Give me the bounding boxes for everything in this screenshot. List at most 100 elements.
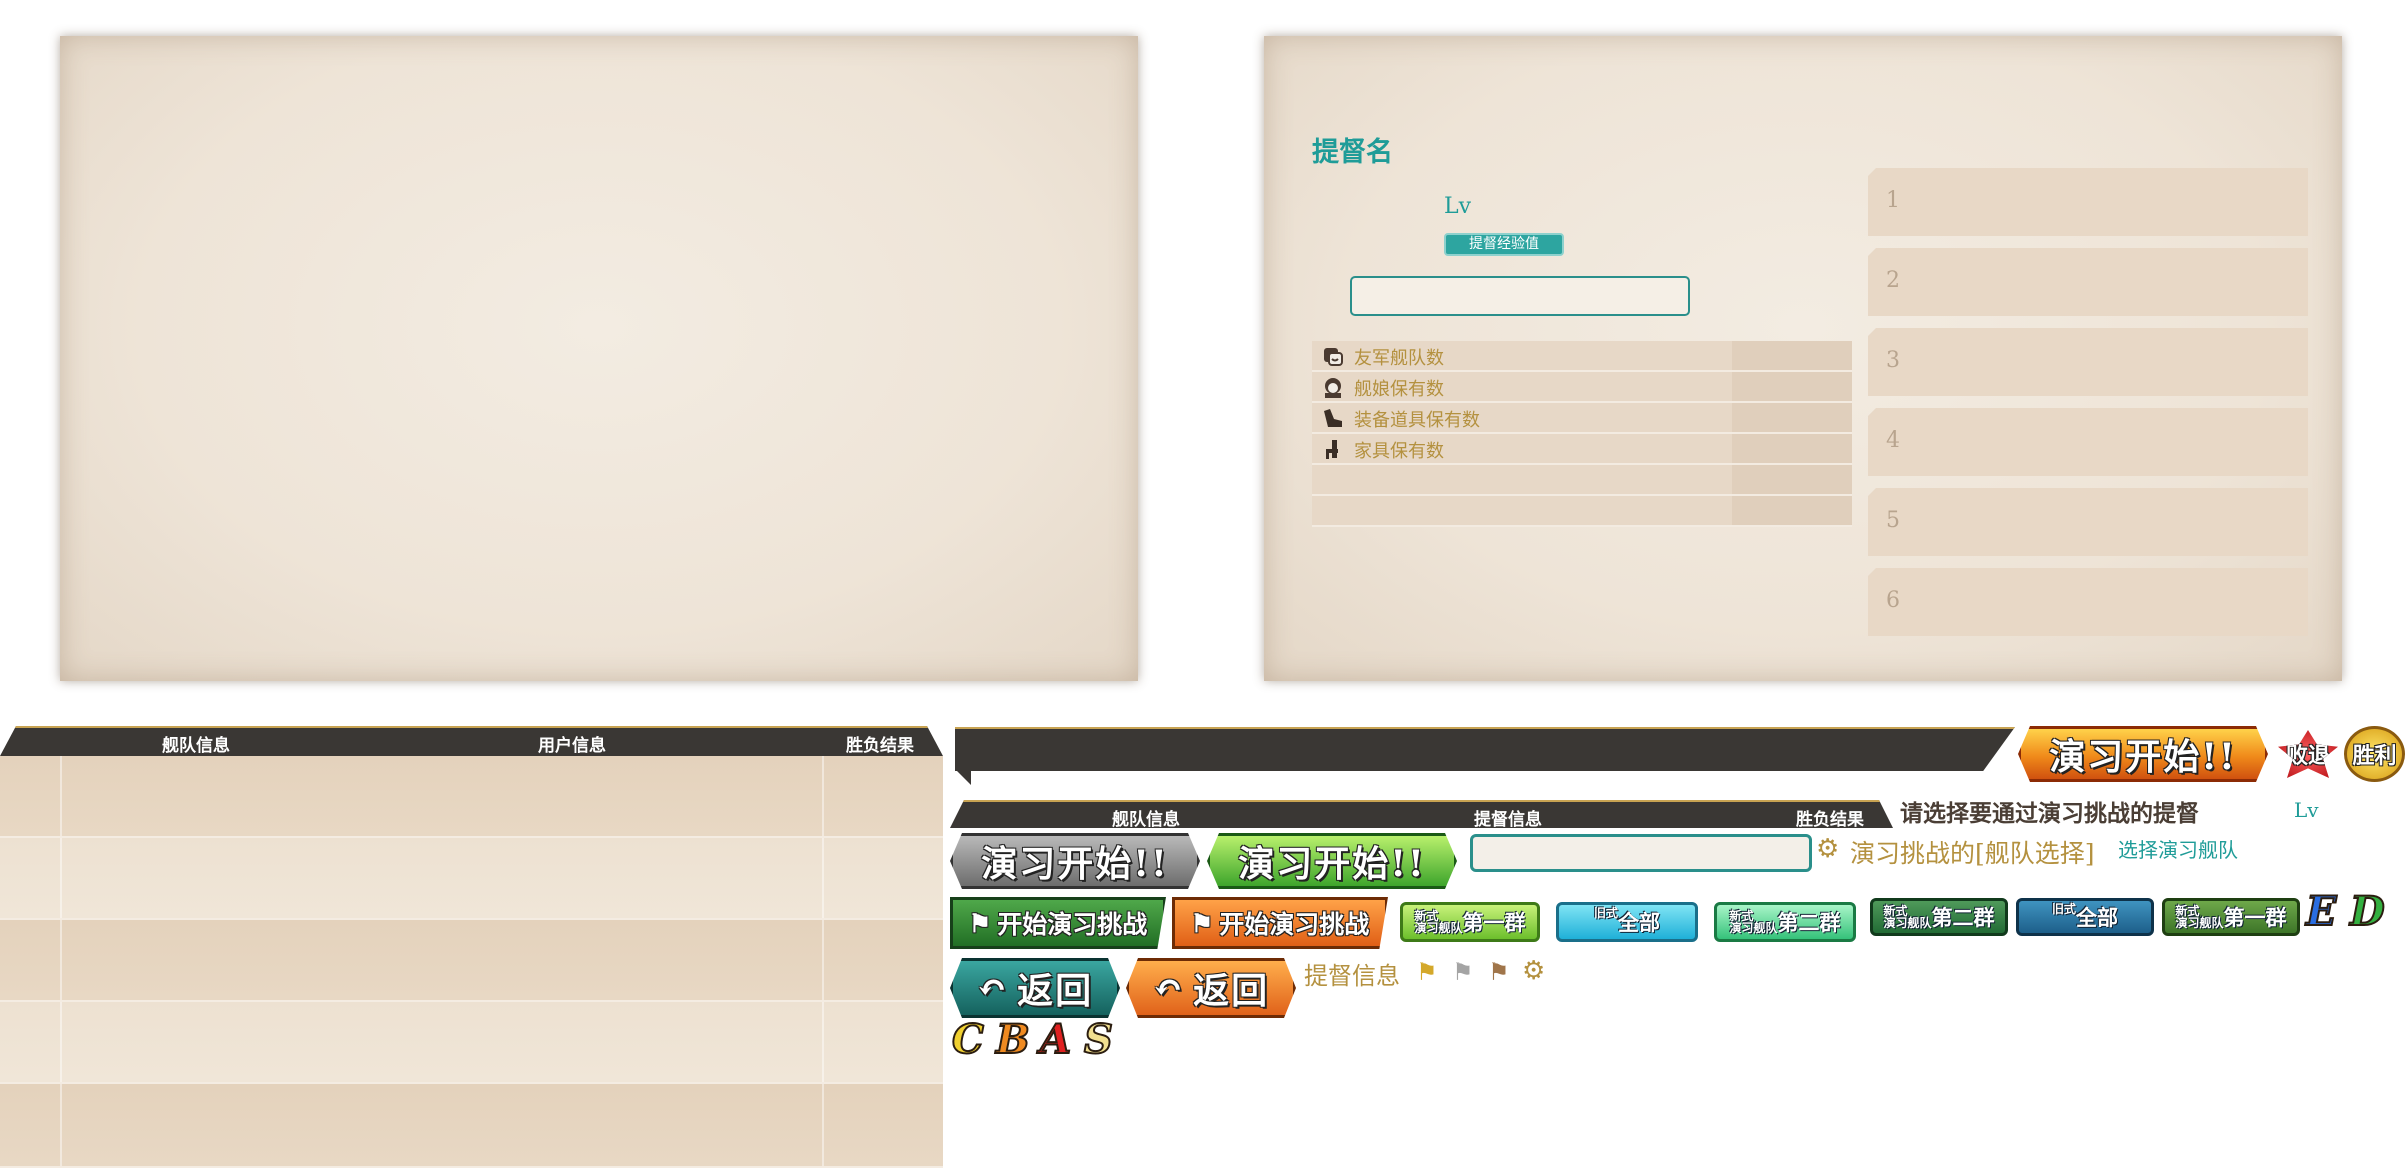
level-label-small: Lv xyxy=(2294,798,2319,822)
back-arrow-icon: ↶ xyxy=(976,967,1010,1009)
start-exercise-label: 演习开始!! xyxy=(981,843,1169,885)
stat-row-empty xyxy=(1312,465,1852,496)
start-challenge-button-green[interactable]: ⚑ 开始演习挑战 xyxy=(950,897,1166,949)
header-admiral-info: 提督信息 xyxy=(1474,810,1542,830)
start-exercise-button-green[interactable]: 演习开始!! xyxy=(1207,833,1457,889)
stat-row-furniture: 家具保有数 xyxy=(1312,434,1852,465)
stat-label-friend-fleet: 友军舰队数 xyxy=(1354,348,1444,369)
opponent-row[interactable] xyxy=(0,920,943,1002)
slot-number: 1 xyxy=(1886,188,1900,213)
header-fleet-info: 舰队信息 xyxy=(1112,810,1180,830)
header-result: 胜负结果 xyxy=(846,736,914,756)
fleet-second-label: 第二群 xyxy=(1777,910,1841,935)
start-challenge-button-orange[interactable]: ⚑ 开始演习挑战 xyxy=(1172,897,1388,949)
opponent-list: 舰队信息 用户信息 胜负结果 xyxy=(0,726,943,1168)
fleet-slot-3[interactable]: 3 xyxy=(1868,328,2308,396)
level-label: Lv xyxy=(1444,194,1472,219)
flag-gold-icon: ⚑ xyxy=(1416,958,1438,986)
stat-row-empty xyxy=(1312,496,1852,527)
blank-paper-panel xyxy=(60,36,1138,681)
admiral-comment-field[interactable] xyxy=(1350,276,1690,316)
slot-number: 5 xyxy=(1886,508,1900,533)
stat-value-friend-fleet xyxy=(1732,341,1852,370)
opponent-row[interactable] xyxy=(0,756,943,838)
flag-icon: ⚑ xyxy=(968,908,992,938)
fleet-new-second-button-dark[interactable]: 新式 演习舰队 第二群 xyxy=(1870,898,2008,936)
stage-d-icon: D xyxy=(2349,887,2386,936)
back-label: 返回 xyxy=(1017,970,1094,1012)
admiral-name-label: 提督名 xyxy=(1312,137,1393,168)
fleet-old-label: 旧式 xyxy=(1593,906,1618,920)
slot-number: 6 xyxy=(1886,588,1900,613)
equipment-icon xyxy=(1324,409,1342,427)
gear-icon: ⚙ xyxy=(1816,834,1840,864)
fleet-new-tag: 新式 演习舰队 xyxy=(1414,910,1462,934)
fleet-slot-6[interactable]: 6 xyxy=(1868,568,2308,636)
back-button-teal[interactable]: ↶ 返回 xyxy=(950,958,1120,1018)
admiral-stats-table: 友军舰队数 舰娘保有数 装备道具保有数 家具保有数 xyxy=(1312,341,1852,531)
opponent-row[interactable] xyxy=(0,1002,943,1084)
fleet-new-first-button-lime[interactable]: 新式 演习舰队 第一群 xyxy=(1400,902,1540,942)
fleet-select-label: 演习挑战的[舰队选择] xyxy=(1850,839,2095,868)
victory-badge: 胜利 xyxy=(2344,726,2405,782)
fleet-all-label: 全部 xyxy=(1618,910,1660,935)
exp-badge: 提督经验值 xyxy=(1444,233,1564,256)
fleet-new-tag: 新式 演习舰队 xyxy=(1883,905,1931,929)
defeat-badge: 败退 xyxy=(2278,730,2338,778)
fleet-old-all-button-cyan[interactable]: 旧式 全部 xyxy=(1556,902,1698,942)
fleet-all-label: 全部 xyxy=(2076,905,2118,930)
stat-value-empty xyxy=(1732,496,1852,525)
flag-icon: ⚑ xyxy=(1190,908,1214,938)
fleet-first-label: 第一群 xyxy=(1462,910,1526,935)
dark-banner xyxy=(955,727,2015,771)
start-exercise-label: 演习开始!! xyxy=(2049,736,2237,778)
header-fleet-info: 舰队信息 xyxy=(162,736,230,756)
shipgirl-icon xyxy=(1325,378,1341,398)
admiral-profile-panel: 提督名 Lv 提督经验值 友军舰队数 舰娘保有数 装备道具保有数 家具保有数 1… xyxy=(1264,36,2342,681)
back-button-orange[interactable]: ↶ 返回 xyxy=(1126,958,1296,1018)
flag-silver-icon: ⚑ xyxy=(1452,958,1474,986)
rank-s-icon: S xyxy=(1083,1015,1114,1064)
header-user-info: 用户信息 xyxy=(538,736,606,756)
stage-e-icon: E xyxy=(2305,887,2337,936)
fleet-slot-2[interactable]: 2 xyxy=(1868,248,2308,316)
stat-value-shipgirls xyxy=(1732,372,1852,401)
fleet-sub-label: 演习舰队 xyxy=(2175,916,2224,930)
rank-a-icon: A xyxy=(1039,1015,1072,1064)
slot-number: 2 xyxy=(1886,268,1900,293)
select-admiral-prompt: 请选择要通过演习挑战的提督 xyxy=(1900,800,2199,827)
fleet-old-all-button-dark[interactable]: 旧式 全部 xyxy=(2016,898,2154,936)
select-fleet-link[interactable]: 选择演习舰队 xyxy=(2118,834,2238,863)
fleet-slot-4[interactable]: 4 xyxy=(1868,408,2308,476)
opponent-row[interactable] xyxy=(0,838,943,920)
opponent-row[interactable] xyxy=(0,1084,943,1168)
stat-row-equipment: 装备道具保有数 xyxy=(1312,403,1852,434)
fleet-new-first-button-dark[interactable]: 新式 演习舰队 第一群 xyxy=(2162,898,2300,936)
fleet-old-label: 旧式 xyxy=(2051,902,2076,916)
fleet-new-tag: 新式 演习舰队 xyxy=(2175,905,2223,929)
stat-label-equipment: 装备道具保有数 xyxy=(1354,410,1480,431)
fleet-new-second-button-mint[interactable]: 新式 演习舰队 第二群 xyxy=(1714,902,1856,942)
stat-value-equipment xyxy=(1732,403,1852,432)
friend-fleet-icon xyxy=(1324,348,1343,366)
slot-number: 4 xyxy=(1886,428,1900,453)
fleet-sub-label: 演习舰队 xyxy=(1414,921,1463,935)
back-label: 返回 xyxy=(1193,970,1270,1012)
stat-value-empty xyxy=(1732,465,1852,494)
start-exercise-button-disabled[interactable]: 演习开始!! xyxy=(950,833,1200,889)
header-result: 胜负结果 xyxy=(1796,810,1864,830)
stat-label-shipgirls: 舰娘保有数 xyxy=(1354,379,1444,400)
back-arrow-icon: ↶ xyxy=(1152,967,1186,1009)
fleet-slot-5[interactable]: 5 xyxy=(1868,488,2308,556)
stat-row-friend-fleet: 友军舰队数 xyxy=(1312,341,1852,372)
defeat-label: 败退 xyxy=(2285,743,2330,769)
start-challenge-label: 开始演习挑战 xyxy=(1219,910,1370,939)
fleet-slot-list: 1 2 3 4 5 6 xyxy=(1868,168,2308,668)
gear-icon: ⚙ xyxy=(1522,956,1546,986)
fleet-new-tag: 新式 演习舰队 xyxy=(1729,910,1777,934)
fleet-name-field[interactable] xyxy=(1470,834,1812,872)
exp-label: 提督经验值 xyxy=(1469,236,1539,252)
fleet-sub-label: 演习舰队 xyxy=(1883,916,1932,930)
fleet-slot-1[interactable]: 1 xyxy=(1868,168,2308,236)
start-exercise-button-orange[interactable]: 演习开始!! xyxy=(2018,726,2268,782)
